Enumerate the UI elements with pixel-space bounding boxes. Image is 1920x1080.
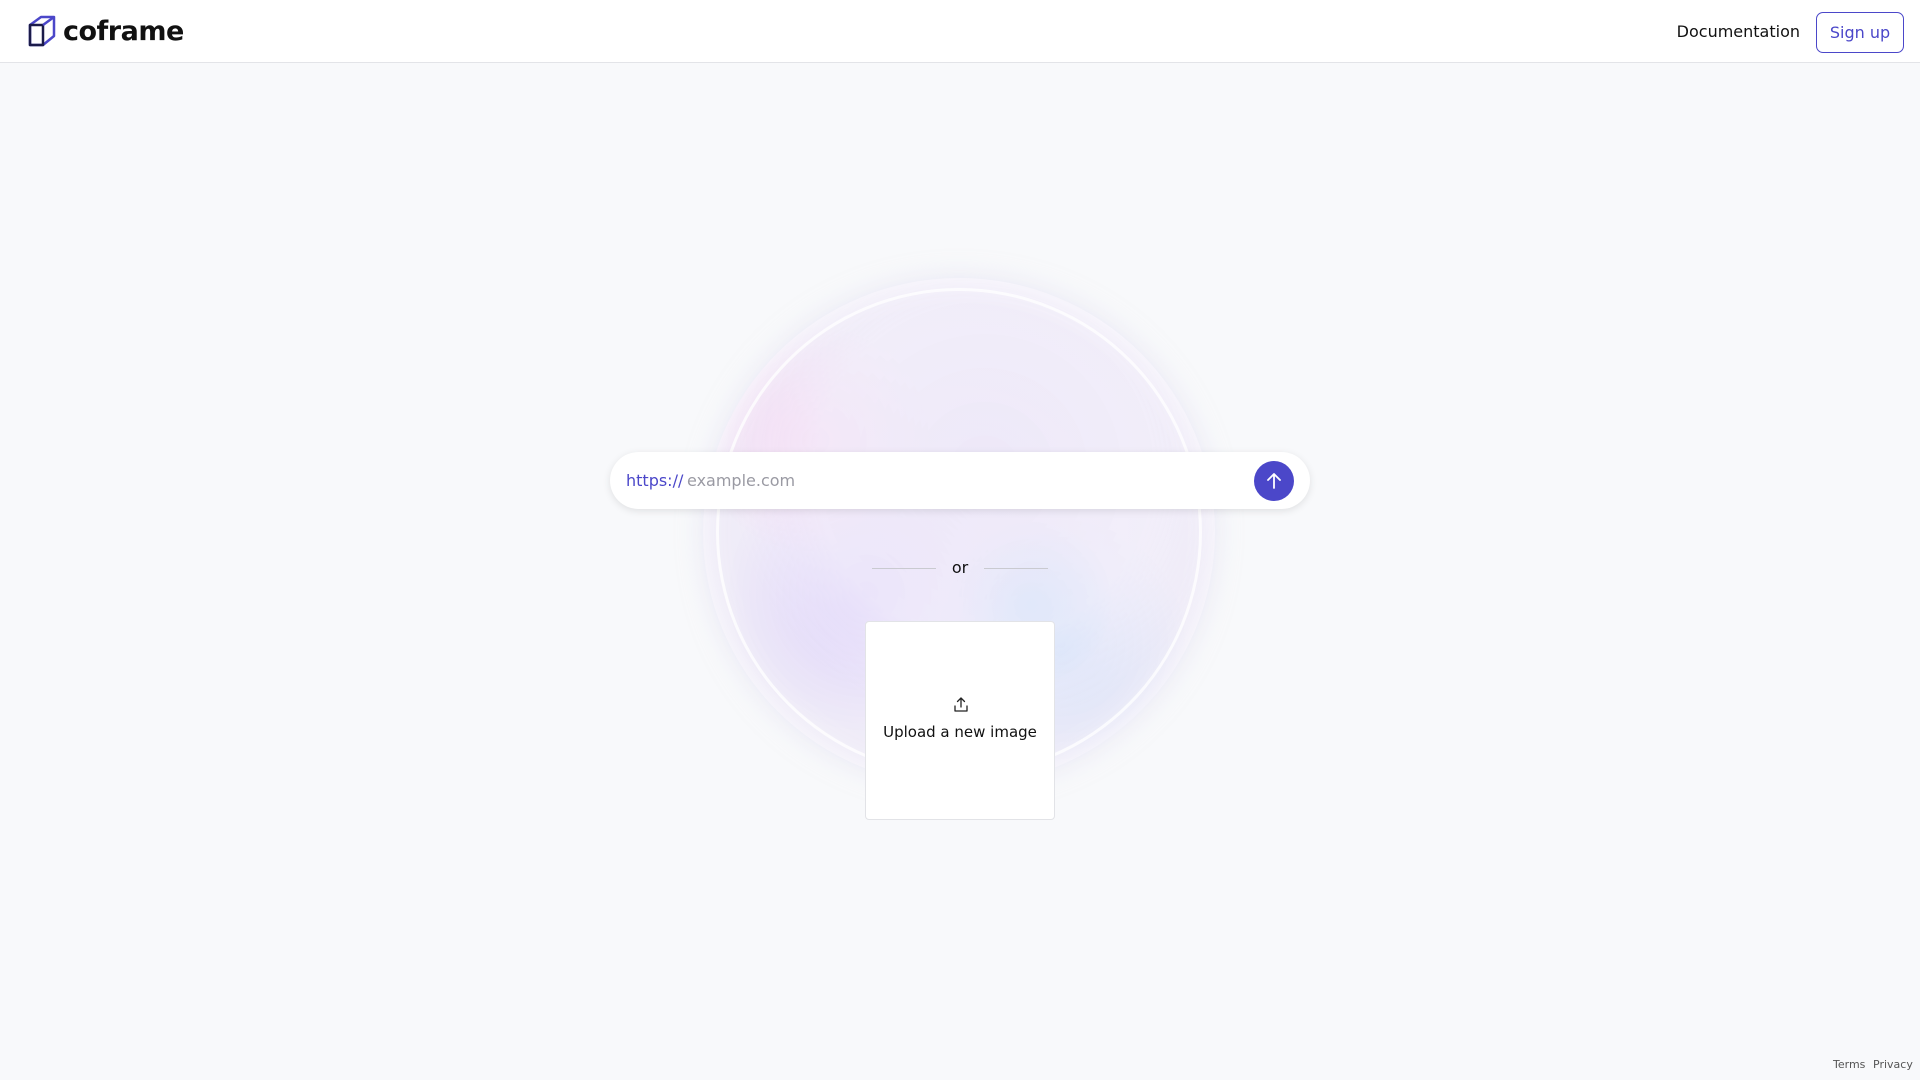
terms-link[interactable]: Terms [1833, 1058, 1865, 1071]
sign-up-button[interactable]: Sign up [1816, 12, 1904, 53]
coframe-logo-icon [28, 15, 56, 47]
url-input[interactable] [685, 462, 1205, 499]
divider-line-left [872, 568, 936, 569]
url-protocol-prefix: https:// [626, 471, 684, 490]
or-separator-text: or [951, 558, 969, 577]
documentation-link[interactable]: Documentation [1677, 22, 1800, 41]
submit-url-button[interactable] [1254, 461, 1294, 501]
arrow-up-icon [1267, 473, 1281, 489]
brand-name: coframe [63, 15, 184, 47]
divider-line-right [984, 568, 1048, 569]
upload-image-label: Upload a new image [883, 723, 1037, 741]
privacy-link[interactable]: Privacy [1873, 1058, 1913, 1071]
top-navigation-bar: coframe Documentation Sign up [0, 0, 1920, 63]
url-input-bar: https:// [610, 452, 1310, 509]
upload-icon [954, 697, 968, 712]
coframe-logo[interactable]: coframe [27, 14, 184, 48]
upload-image-card[interactable]: Upload a new image [865, 621, 1055, 820]
